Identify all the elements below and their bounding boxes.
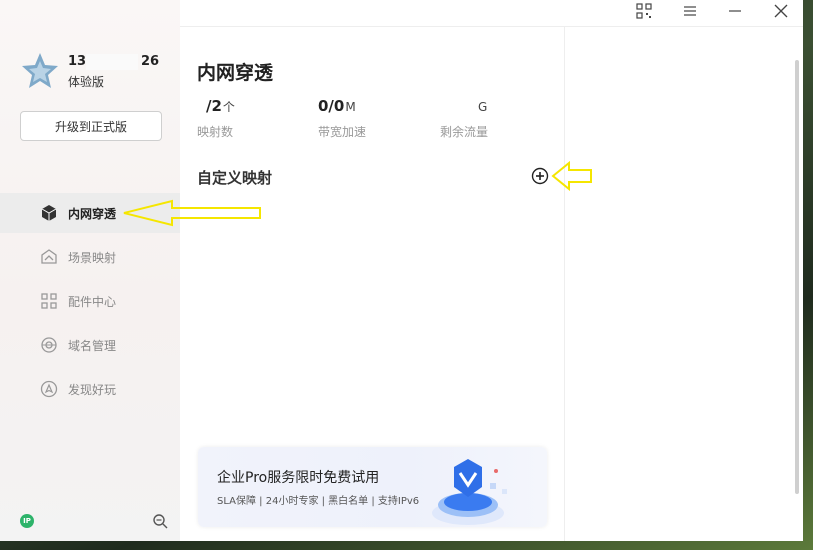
domain-icon (41, 337, 57, 353)
zoom-out-icon[interactable] (152, 513, 168, 529)
sidebar-item-label: 场景映射 (68, 251, 117, 265)
annotation-arrow-left (123, 199, 261, 227)
compass-icon (40, 380, 58, 398)
menu-icon[interactable] (682, 3, 698, 19)
sidebar-item-label: 域名管理 (68, 339, 117, 353)
user-id-redaction (86, 54, 138, 70)
scrollbar[interactable] (795, 60, 799, 494)
enterprise-promo-card[interactable]: 企业Pro服务限时免费试用 SLA保障 | 24小时专家 | 黑白名单 | 支持… (198, 447, 547, 527)
stat-mappings-value: /2个 (206, 97, 235, 115)
grid-icon (41, 293, 57, 309)
page-title: 内网穿透 (197, 62, 274, 84)
sidebar-item-discover[interactable]: 发现好玩 (0, 369, 180, 409)
sidebar-item-scene[interactable]: 场景映射 (0, 237, 180, 277)
sidebar-item-accessories[interactable]: 配件中心 (0, 281, 180, 321)
stat-bandwidth-value: 0/0M (318, 97, 356, 115)
stat-bandwidth-label: 带宽加速 (318, 125, 367, 139)
upgrade-button[interactable]: 升级到正式版 (20, 111, 162, 141)
user-plan: 体验版 (68, 75, 105, 89)
sidebar-item-label: 配件中心 (68, 295, 117, 309)
user-id-suffix: 26 (141, 54, 160, 69)
user-id-prefix: 13 (68, 54, 87, 69)
stat-traffic-label: 剩余流量 (440, 125, 489, 139)
shield-illustration-icon (432, 459, 507, 525)
stat-mappings-label: 映射数 (197, 125, 234, 139)
app-window: 13 26 体验版 升级到正式版 内网穿透 场景映射 配件中心 域名管理 发现好… (0, 0, 803, 541)
add-mapping-icon[interactable] (531, 167, 549, 185)
scene-icon (41, 249, 57, 264)
close-icon[interactable] (773, 3, 789, 19)
annotation-arrow-add (551, 161, 592, 191)
minimize-icon[interactable] (727, 3, 743, 19)
sidebar-item-label: 发现好玩 (68, 383, 117, 397)
titlebar-divider (180, 26, 803, 27)
cube-icon (41, 205, 57, 221)
qr-code-icon[interactable] (636, 3, 652, 19)
sidebar-item-label: 内网穿透 (68, 207, 117, 221)
star-avatar-icon (22, 53, 58, 88)
ip-badge-icon[interactable]: IP (20, 514, 34, 528)
promo-subtitle: SLA保障 | 24小时专家 | 黑白名单 | 支持IPv6 (217, 496, 420, 507)
panel-divider (564, 26, 565, 541)
promo-title: 企业Pro服务限时免费试用 (217, 470, 380, 486)
stat-traffic-value: G (478, 100, 488, 114)
sidebar: 13 26 体验版 升级到正式版 内网穿透 场景映射 配件中心 域名管理 发现好… (0, 0, 180, 541)
custom-mapping-title: 自定义映射 (197, 169, 273, 187)
sidebar-item-domain[interactable]: 域名管理 (0, 325, 180, 365)
